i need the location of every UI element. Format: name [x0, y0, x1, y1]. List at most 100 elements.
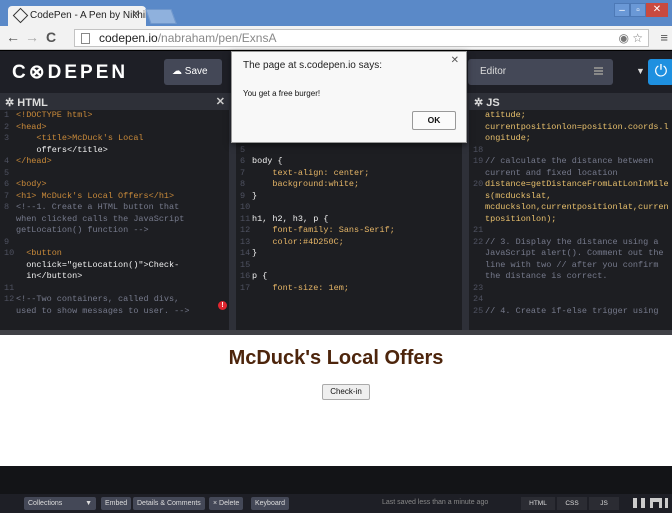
code-line: 7 text-align: center; [240, 168, 462, 180]
check-in-button[interactable]: Check-in [322, 384, 370, 400]
editor-view-selector[interactable]: Editor [468, 59, 613, 85]
url-host: codepen.io [99, 31, 158, 45]
code-line: when clicked calls the JavaScript [4, 214, 229, 226]
html-panel-header: ✲ HTML ✕ [0, 93, 229, 110]
codepen-logo[interactable]: C⊗DEPEN [12, 61, 128, 84]
line-number: 6 [240, 156, 246, 166]
layout-left-icon[interactable] [633, 498, 645, 508]
line-number: 5 [240, 144, 246, 155]
back-arrow-icon[interactable]: ← [6, 29, 20, 45]
code-line: current and fixed location [473, 168, 672, 180]
line-number: 22 [473, 236, 484, 247]
embed-button[interactable]: Embed [101, 497, 132, 510]
line-number: 2 [4, 121, 10, 132]
code-line: in</button> [4, 271, 229, 283]
code-text: color:#4D250C; [252, 236, 344, 247]
delete-button[interactable]: × Delete [209, 497, 244, 510]
gear-icon[interactable]: ✲ [474, 97, 483, 109]
code-text: } [252, 248, 258, 258]
power-icon[interactable]: ⏻ [648, 59, 672, 85]
code-line: 1 <!DOCTYPE html> [4, 110, 229, 122]
line-number: 23 [473, 282, 484, 293]
line-number: 14 [240, 248, 251, 258]
reload-icon[interactable]: C [46, 29, 56, 45]
address-bar[interactable]: codepen.io/nabraham/pen/ExnsA ◉ ☆ [74, 29, 649, 47]
tab-title: CodePen - A Pen by Nikhil [30, 10, 146, 21]
html-editor[interactable]: ✲ HTML ✕ 1 <!DOCTYPE html> 2 <head> 3 <title… [0, 93, 229, 330]
code-line: 12 font-family: Sans-Serif; [240, 225, 462, 237]
url-path: /nabraham/pen/ExnsA [157, 31, 277, 45]
line-number: 20 [473, 179, 484, 189]
collections-label: Collections [28, 500, 63, 507]
code-text: mcduckslon,currentpositionlat,curren [485, 202, 669, 212]
code-line: 15 [240, 260, 462, 272]
codepen-favicon-icon [12, 7, 29, 24]
save-label: Save [184, 66, 208, 77]
page-icon [81, 33, 90, 44]
layout-right-icon[interactable] [665, 498, 672, 508]
css-toggle-button[interactable]: CSS [557, 497, 587, 510]
chevron-down-icon[interactable]: ▼ [636, 66, 645, 76]
menu-icon[interactable]: ≡ [660, 30, 668, 45]
code-line: 11 h1, h2, h3, p { [240, 214, 462, 226]
code-line: currentpositionlon=position.coords.l [473, 122, 672, 134]
code-line: 10 [240, 202, 462, 214]
layout-top-icon[interactable] [650, 498, 662, 508]
new-tab-button[interactable] [145, 9, 177, 24]
code-line: 6 body { [240, 156, 462, 168]
code-line: line with two // after you confirm [473, 260, 672, 272]
code-line: JavaScript alert(). Comment out the [473, 248, 672, 260]
dialog-ok-button[interactable]: OK [412, 111, 456, 130]
js-code[interactable]: atitude; currentpositionlon=position.coor… [469, 110, 672, 317]
code-text: // 3. Display the distance using a [485, 236, 659, 247]
minimize-icon[interactable]: – [614, 3, 630, 17]
window-close-icon[interactable]: ✕ [646, 3, 668, 17]
code-text: when clicked calls the JavaScript [16, 213, 185, 224]
line-number: 1 [4, 110, 10, 120]
line-number: 7 [4, 190, 10, 201]
saved-status: Last saved less than a minute ago [382, 499, 489, 506]
line-number: 11 [4, 282, 15, 293]
html-toggle-button[interactable]: HTML [521, 497, 555, 510]
save-button[interactable]: ☁ Save [164, 59, 222, 85]
forward-arrow-icon[interactable]: → [25, 29, 39, 45]
error-icon[interactable]: ! [218, 301, 227, 310]
collections-button[interactable]: Collections ▼ [24, 497, 96, 510]
line-number: 12 [240, 225, 251, 235]
code-text: JavaScript alert(). Comment out the [485, 248, 664, 258]
chevron-down-icon: ▼ [85, 500, 92, 507]
code-line: onclick="getLocation()">Check- [4, 260, 229, 272]
gear-icon[interactable]: ✲ [5, 97, 14, 109]
html-code[interactable]: 1 <!DOCTYPE html> 2 <head> 3 <title>McDuck's… [0, 110, 229, 317]
code-text: <head> [16, 121, 47, 132]
bookmark-star-icon[interactable]: ◉ ☆ [618, 31, 643, 45]
keyboard-button[interactable]: Keyboard [251, 497, 289, 510]
line-number: 8 [4, 202, 10, 212]
html-panel-title: HTML [17, 97, 48, 109]
close-icon[interactable]: ✕ [216, 95, 225, 108]
js-panel-title: JS [486, 97, 500, 109]
code-line: 2 <head> [4, 122, 229, 134]
cloud-icon: ☁ [172, 66, 182, 77]
dialog-close-icon[interactable]: ✕ [451, 55, 459, 66]
browser-tab[interactable]: CodePen - A Pen by Nikhil ✕ [8, 6, 146, 26]
hamburger-icon [594, 67, 603, 69]
code-line: 23 [473, 283, 672, 295]
code-line: 8 <!--1. Create a HTML button that [4, 202, 229, 214]
line-number: 9 [240, 190, 246, 201]
code-line: 3 <title>McDuck's Local [4, 133, 229, 145]
line-number: 21 [473, 225, 484, 235]
code-line: tpositionlon); [473, 214, 672, 226]
code-text: currentpositionlon=position.coords.l [485, 121, 669, 132]
js-editor[interactable]: ✲ JS atitude; currentpositionlon=position… [469, 93, 672, 330]
code-line: 11 [4, 283, 229, 295]
line-number: 10 [240, 202, 251, 212]
js-toggle-button[interactable]: JS [589, 497, 619, 510]
browser-toolbar: ← → C codepen.io/nabraham/pen/ExnsA ◉ ☆ … [0, 26, 672, 50]
result-preview: McDuck's Local Offers Check-in [0, 335, 672, 466]
result-heading: McDuck's Local Offers [228, 347, 444, 369]
tab-close-icon[interactable]: ✕ [132, 9, 140, 20]
details-comments-button[interactable]: Details & Comments [133, 497, 205, 510]
line-number: 24 [473, 294, 484, 304]
maximize-icon[interactable]: ▫ [630, 3, 646, 17]
